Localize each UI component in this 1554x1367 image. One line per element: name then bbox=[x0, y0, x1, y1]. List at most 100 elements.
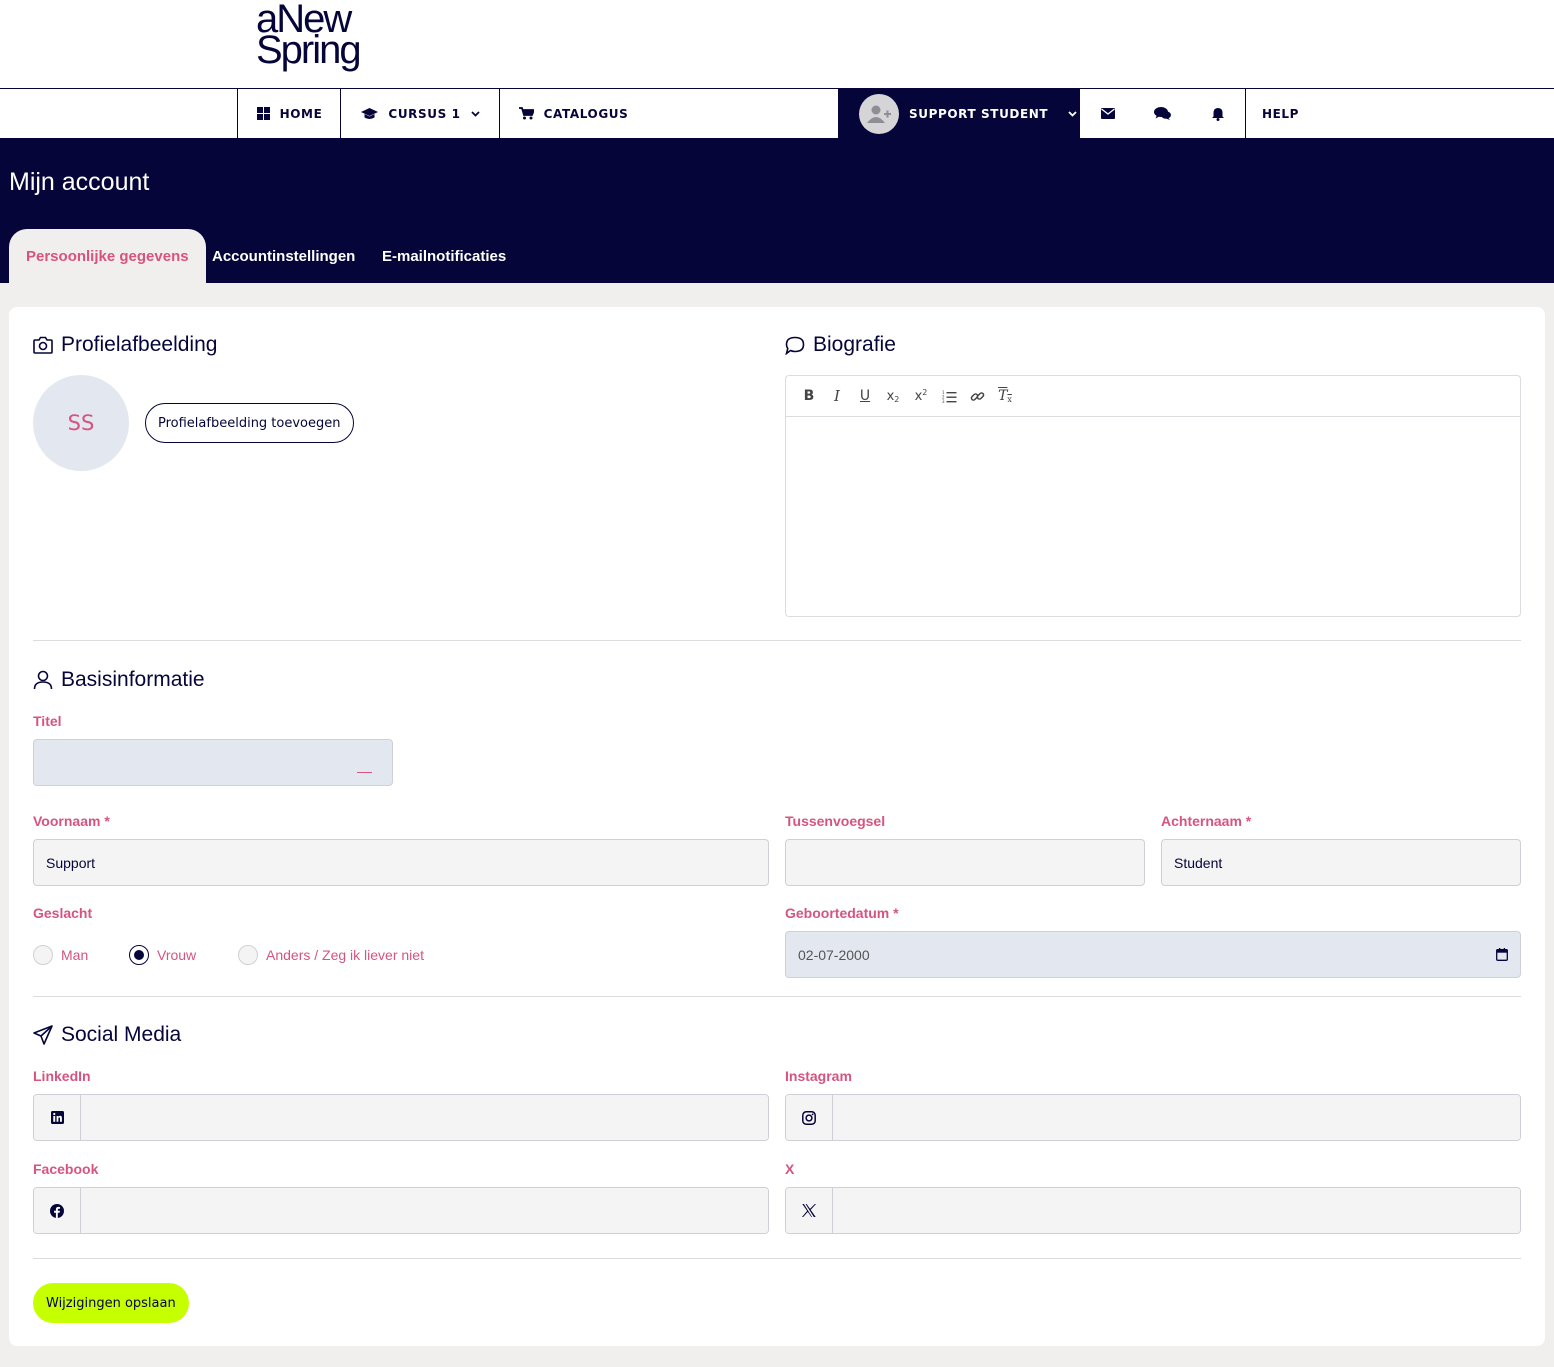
linkedin-label: LinkedIn bbox=[33, 1068, 91, 1084]
linkedin-input-group bbox=[33, 1094, 769, 1141]
linkedin-icon bbox=[34, 1095, 81, 1140]
gender-option-label: Man bbox=[61, 947, 89, 963]
logo-line-2: Spring bbox=[256, 28, 362, 72]
bell-icon bbox=[1211, 107, 1224, 121]
user-plus-icon bbox=[867, 105, 891, 123]
chevron-down-icon bbox=[470, 110, 480, 117]
instagram-input-group bbox=[785, 1094, 1521, 1141]
biography-heading: Biografie bbox=[785, 333, 896, 357]
comments-icon bbox=[1154, 107, 1171, 120]
personal-details-card: Profielafbeelding SS Profielafbeelding t… bbox=[9, 307, 1545, 1346]
paper-plane-icon bbox=[33, 1025, 53, 1045]
linkedin-field[interactable] bbox=[81, 1095, 768, 1140]
firstname-field[interactable]: Support bbox=[33, 839, 769, 886]
basic-info-heading: Basisinformatie bbox=[33, 668, 205, 692]
nav-catalogue[interactable]: CATALOGUS bbox=[499, 89, 647, 138]
add-profile-picture-button[interactable]: Profielafbeelding toevoegen bbox=[145, 403, 354, 443]
biography-title: Biografie bbox=[813, 333, 896, 356]
social-media-heading: Social Media bbox=[33, 1023, 181, 1047]
facebook-label: Facebook bbox=[33, 1161, 99, 1177]
graduation-cap-icon bbox=[361, 107, 379, 119]
gender-option-man[interactable]: Man bbox=[33, 945, 88, 965]
tab-email-notifications[interactable]: E-mailnotificaties bbox=[382, 229, 506, 283]
lastname-label: Achternaam * bbox=[1161, 813, 1252, 829]
tab-personal-details[interactable]: Persoonlijke gegevens bbox=[9, 229, 206, 283]
birthdate-value: 02-07-2000 bbox=[798, 946, 870, 963]
envelope-icon bbox=[1100, 108, 1115, 119]
infix-field[interactable] bbox=[785, 839, 1145, 886]
lastname-field[interactable]: Student bbox=[1161, 839, 1521, 886]
speech-bubble-icon bbox=[785, 336, 805, 355]
title-select[interactable] bbox=[33, 739, 393, 786]
nav-help-label: HELP bbox=[1261, 106, 1300, 121]
birthdate-label: Geboortedatum * bbox=[785, 905, 899, 921]
user-icon bbox=[33, 670, 53, 690]
facebook-field[interactable] bbox=[81, 1188, 768, 1233]
save-changes-button[interactable]: Wijzigingen opslaan bbox=[33, 1283, 189, 1323]
x-input-group bbox=[785, 1187, 1521, 1234]
mail-button[interactable] bbox=[1080, 89, 1135, 138]
x-field[interactable] bbox=[833, 1188, 1520, 1233]
calendar-icon[interactable] bbox=[1496, 948, 1508, 961]
radio-woman[interactable] bbox=[129, 945, 149, 965]
logo-bar: aNew Spring bbox=[0, 0, 1554, 89]
radio-man[interactable] bbox=[33, 945, 53, 965]
facebook-input-group bbox=[33, 1187, 769, 1234]
superscript-icon[interactable]: x2 bbox=[912, 387, 930, 405]
gender-option-woman[interactable]: Vrouw bbox=[129, 945, 196, 965]
user-name: SUPPORT STUDENT bbox=[909, 106, 1049, 121]
chevron-down-icon bbox=[1068, 110, 1077, 117]
tab-account-settings[interactable]: Accountinstellingen bbox=[212, 229, 355, 283]
nav-catalogue-label: CATALOGUS bbox=[543, 106, 629, 121]
nav-home-label: HOME bbox=[279, 106, 323, 121]
biography-editor: B I U x2 x2 123 Tx bbox=[785, 375, 1521, 617]
nav-home[interactable]: HOME bbox=[237, 89, 341, 138]
italic-icon[interactable]: I bbox=[828, 387, 846, 405]
grid-icon bbox=[256, 107, 270, 120]
section-divider bbox=[33, 640, 1521, 641]
page-header: Mijn account Persoonlijke gegevens Accou… bbox=[0, 138, 1554, 283]
page-title: Mijn account bbox=[9, 168, 150, 196]
anewspring-logo[interactable]: aNew Spring bbox=[256, 0, 362, 72]
social-media-title: Social Media bbox=[61, 1023, 182, 1046]
birthdate-field[interactable]: 02-07-2000 bbox=[785, 931, 1521, 978]
instagram-label: Instagram bbox=[785, 1068, 852, 1084]
bold-icon[interactable]: B bbox=[800, 387, 818, 405]
gender-option-other[interactable]: Anders / Zeg ik liever niet bbox=[238, 945, 424, 965]
profile-avatar: SS bbox=[33, 375, 129, 471]
editor-toolbar: B I U x2 x2 123 Tx bbox=[786, 376, 1520, 417]
facebook-icon bbox=[34, 1188, 81, 1233]
firstname-label: Voornaam * bbox=[33, 813, 110, 829]
user-menu[interactable]: SUPPORT STUDENT bbox=[838, 89, 1080, 138]
gender-option-label: Anders / Zeg ik liever niet bbox=[266, 947, 424, 963]
instagram-icon bbox=[786, 1095, 833, 1140]
x-logo-icon bbox=[786, 1188, 833, 1233]
messages-button[interactable] bbox=[1135, 89, 1190, 138]
nav-help[interactable]: HELP bbox=[1245, 89, 1315, 138]
ordered-list-icon[interactable]: 123 bbox=[940, 387, 958, 405]
cart-icon bbox=[518, 107, 534, 120]
link-icon[interactable] bbox=[968, 387, 986, 405]
infix-label: Tussenvoegsel bbox=[785, 813, 886, 829]
clear-format-icon[interactable]: Tx bbox=[996, 387, 1014, 405]
radio-other[interactable] bbox=[238, 945, 258, 965]
profile-picture-title: Profielafbeelding bbox=[61, 333, 218, 356]
gender-option-label: Vrouw bbox=[157, 947, 197, 963]
nav-course[interactable]: CURSUS 1 bbox=[340, 89, 500, 138]
instagram-field[interactable] bbox=[833, 1095, 1520, 1140]
title-label: Titel bbox=[33, 713, 62, 729]
main-navbar: HOME CURSUS 1 CATALOGUS SUPPORT STUDENT … bbox=[0, 89, 1554, 138]
select-indicator bbox=[357, 772, 372, 773]
nav-course-label: CURSUS 1 bbox=[388, 106, 461, 121]
gender-label: Geslacht bbox=[33, 905, 93, 921]
underline-icon[interactable]: U bbox=[856, 387, 874, 405]
profile-picture-heading: Profielafbeelding bbox=[33, 333, 217, 357]
camera-icon bbox=[33, 336, 53, 354]
section-divider bbox=[33, 1258, 1521, 1259]
subscript-icon[interactable]: x2 bbox=[884, 387, 902, 405]
section-divider bbox=[33, 996, 1521, 997]
notifications-button[interactable] bbox=[1190, 89, 1245, 138]
svg-text:3: 3 bbox=[942, 399, 945, 403]
x-label: X bbox=[785, 1161, 795, 1177]
basic-info-title: Basisinformatie bbox=[61, 668, 205, 691]
